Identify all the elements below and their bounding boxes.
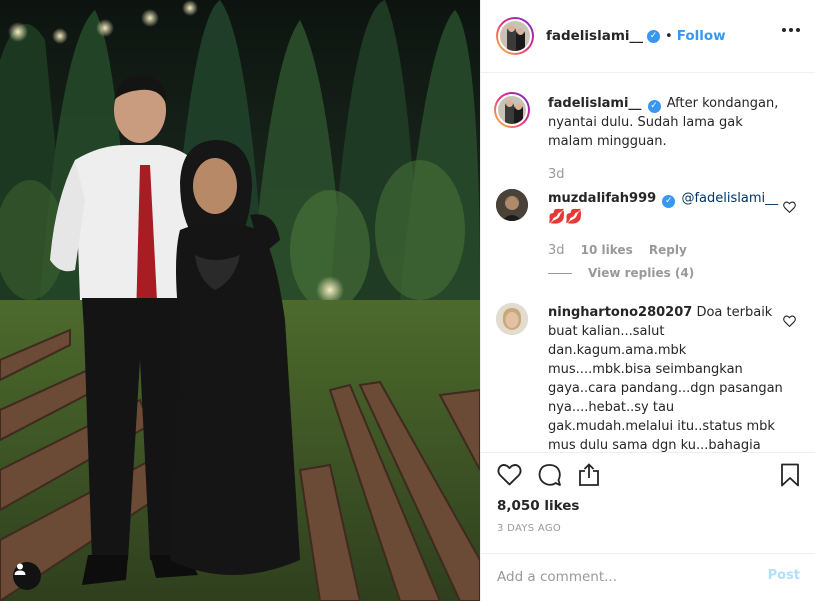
bookmark-icon[interactable]: [780, 463, 800, 487]
comment-item: ninghartono280207 Doa terbaik buat kalia…: [496, 303, 801, 452]
comment-icon[interactable]: [537, 463, 562, 487]
avatar-image: [496, 303, 528, 335]
user-tag-icon: [14, 563, 26, 575]
more-options-icon[interactable]: [782, 28, 800, 32]
caption: fadelislami__ ✓ After kondangan, nyantai…: [494, 92, 801, 194]
comment-username[interactable]: muzdalifah999: [548, 191, 656, 206]
caption-avatar[interactable]: [494, 92, 530, 128]
comment-meta: 3d 10 likes Reply: [548, 243, 687, 258]
caption-age[interactable]: 3d: [548, 167, 565, 182]
user-tag-button[interactable]: [13, 562, 41, 590]
photo-illustration: [0, 0, 480, 601]
verified-badge-icon: ✓: [647, 29, 661, 43]
post-sidebar: fadelislami__ ✓ • Follow fadelislami__ ✓…: [480, 0, 815, 601]
comment-text: Doa terbaik buat kalian...salut dan.kagu…: [548, 305, 783, 452]
comment-body: muzdalifah999 ✓ @fadelislami__ 💋💋: [548, 189, 783, 227]
add-comment-input[interactable]: [497, 566, 747, 588]
share-icon[interactable]: [578, 463, 600, 487]
comment-body: ninghartono280207 Doa terbaik buat kalia…: [548, 303, 783, 452]
view-replies-label[interactable]: View replies (4): [588, 266, 694, 280]
verified-badge-icon: ✓: [647, 100, 661, 113]
author-avatar[interactable]: [496, 17, 534, 55]
comment-emoji: 💋💋: [548, 209, 583, 225]
replies-divider: [548, 272, 572, 274]
comment-mention[interactable]: @fadelislami__: [681, 191, 778, 206]
author-avatar-image: [498, 19, 532, 53]
comment-item: muzdalifah999 ✓ @fadelislami__ 💋💋 3d 10 …: [496, 189, 801, 289]
post-time[interactable]: 3 DAYS AGO: [497, 523, 561, 534]
caption-body: fadelislami__ ✓ After kondangan, nyantai…: [548, 94, 783, 151]
reply-button[interactable]: Reply: [649, 243, 687, 257]
post-photo[interactable]: [0, 0, 480, 601]
commenter-avatar[interactable]: [496, 303, 528, 335]
comment-age[interactable]: 3d: [548, 243, 565, 258]
heart-icon[interactable]: [783, 201, 796, 213]
comment-likes[interactable]: 10 likes: [581, 243, 633, 257]
heart-icon[interactable]: [497, 463, 522, 486]
comment-username[interactable]: ninghartono280207: [548, 305, 692, 320]
comment-composer: Post: [481, 553, 815, 601]
caption-username[interactable]: fadelislami__: [548, 96, 641, 111]
view-replies[interactable]: View replies (4): [548, 266, 694, 280]
post-actions: 8,050 likes 3 DAYS AGO Post: [481, 452, 815, 600]
heart-icon[interactable]: [783, 315, 796, 327]
post-header: fadelislami__ ✓ • Follow: [481, 0, 815, 73]
likes-count[interactable]: 8,050 likes: [497, 498, 579, 514]
avatar-image: [496, 189, 528, 221]
separator-dot: •: [665, 28, 673, 44]
post-comment-button[interactable]: Post: [768, 568, 800, 583]
author-username[interactable]: fadelislami__: [546, 28, 643, 44]
instagram-post-view: fadelislami__ ✓ • Follow fadelislami__ ✓…: [0, 0, 815, 601]
comments-list[interactable]: fadelislami__ ✓ After kondangan, nyantai…: [481, 74, 815, 452]
commenter-avatar[interactable]: [496, 189, 528, 221]
verified-badge-icon: ✓: [662, 195, 676, 208]
follow-button[interactable]: Follow: [677, 28, 726, 44]
